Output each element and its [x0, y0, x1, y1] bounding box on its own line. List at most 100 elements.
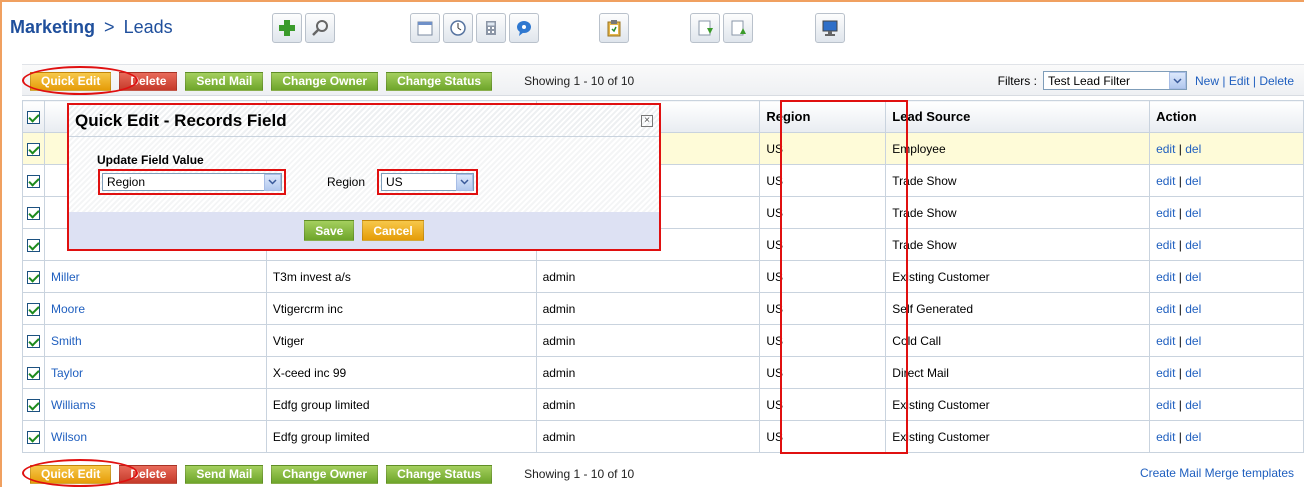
field-select[interactable]: Region	[102, 173, 282, 191]
edit-link[interactable]: edit	[1156, 174, 1175, 188]
edit-link[interactable]: edit	[1156, 142, 1175, 156]
value-select[interactable]: US	[381, 173, 474, 191]
filter-edit-link[interactable]: Edit	[1229, 74, 1250, 88]
send-mail-button[interactable]: Send Mail	[185, 71, 264, 91]
monitor-icon[interactable]	[815, 13, 845, 43]
clock-icon[interactable]	[443, 13, 473, 43]
edit-link[interactable]: edit	[1156, 366, 1175, 380]
table-row[interactable]: Miller T3m invest a/s admin US Existing Cust…	[22, 260, 1304, 293]
row-checkbox[interactable]	[27, 238, 40, 252]
save-button[interactable]: Save	[304, 220, 355, 241]
del-link[interactable]: del	[1185, 366, 1201, 380]
del-link[interactable]: del	[1185, 398, 1201, 412]
change-status-button[interactable]: Change Status	[386, 71, 493, 91]
chat-icon[interactable]	[509, 13, 539, 43]
field-selected: Region	[107, 175, 146, 189]
cell-action: edit | del	[1149, 132, 1304, 165]
header-region[interactable]: Region	[759, 100, 887, 133]
row-checkbox[interactable]	[27, 366, 40, 380]
quick-edit-button[interactable]: Quick Edit	[30, 464, 112, 484]
cell-lead-source: Existing Customer	[885, 420, 1151, 453]
del-link[interactable]: del	[1185, 206, 1201, 220]
cancel-button[interactable]: Cancel	[362, 220, 424, 241]
row-checkbox[interactable]	[27, 270, 40, 284]
edit-link[interactable]: edit	[1156, 206, 1175, 220]
del-link[interactable]: del	[1185, 430, 1201, 444]
cell-last-name[interactable]: Smith	[44, 324, 267, 357]
delete-button[interactable]: Delete	[119, 464, 178, 484]
cell-last-name[interactable]: Williams	[44, 388, 267, 421]
edit-link[interactable]: edit	[1156, 270, 1175, 284]
cell-company: Edfg group limited	[265, 388, 537, 421]
change-owner-button[interactable]: Change Owner	[271, 71, 379, 91]
cell-last-name[interactable]: Miller	[44, 260, 267, 293]
table-row[interactable]: Taylor X-ceed inc 99 admin US Direct Mail edi…	[22, 356, 1304, 389]
cell-action: edit | del	[1149, 324, 1304, 357]
breadcrumb-page[interactable]: Leads	[124, 17, 173, 37]
filter-bar: Filters : Test Lead Filter New | Edit | …	[998, 71, 1294, 90]
clipboard-icon[interactable]	[599, 13, 629, 43]
row-checkbox[interactable]	[27, 174, 40, 188]
select-all-checkbox[interactable]	[27, 111, 40, 125]
field-select-highlight: Region	[98, 169, 286, 195]
filters-label: Filters :	[997, 73, 1037, 88]
chevron-down-icon	[456, 173, 473, 191]
quick-edit-dialog: Quick Edit - Records Field × Update Fiel…	[67, 103, 661, 251]
cell-lead-source: Cold Call	[885, 324, 1151, 357]
row-checkbox[interactable]	[27, 334, 40, 348]
del-link[interactable]: del	[1185, 270, 1201, 284]
row-checkbox[interactable]	[27, 430, 40, 444]
header-lead-source[interactable]: Lead Source	[885, 100, 1151, 133]
edit-link[interactable]: edit	[1156, 398, 1175, 412]
change-status-button[interactable]: Change Status	[386, 464, 493, 484]
table-row[interactable]: Smith Vtiger admin US Cold Call edit | del	[22, 324, 1304, 357]
row-checkbox[interactable]	[27, 206, 40, 220]
create-mail-merge-link[interactable]: Create Mail Merge templates	[1140, 466, 1294, 480]
search-icon[interactable]	[305, 13, 335, 43]
cell-last-name[interactable]: Wilson	[44, 420, 267, 453]
calendar-icon[interactable]	[410, 13, 440, 43]
import-icon[interactable]	[690, 13, 720, 43]
window-top-border	[0, 0, 1304, 2]
quick-edit-button[interactable]: Quick Edit	[30, 71, 112, 91]
calculator-icon[interactable]	[476, 13, 506, 43]
filter-select[interactable]: Test Lead Filter	[1042, 71, 1187, 90]
cell-lead-source: Existing Customer	[885, 260, 1151, 293]
send-mail-button[interactable]: Send Mail	[185, 464, 264, 484]
edit-link[interactable]: edit	[1156, 430, 1175, 444]
breadcrumb-module[interactable]: Marketing	[10, 17, 95, 37]
add-icon[interactable]	[272, 13, 302, 43]
cell-region: US	[759, 388, 887, 421]
cell-region: US	[759, 196, 887, 229]
change-owner-button[interactable]: Change Owner	[271, 464, 379, 484]
delete-button[interactable]: Delete	[119, 71, 178, 91]
cell-action: edit | del	[1149, 388, 1304, 421]
cell-lead-source: Self Generated	[885, 292, 1151, 325]
edit-link[interactable]: edit	[1156, 238, 1175, 252]
row-checkbox[interactable]	[27, 142, 40, 156]
record-count: Showing 1 - 10 of 10	[524, 74, 635, 88]
dialog-header: Quick Edit - Records Field ×	[69, 105, 659, 137]
link-separator: |	[1222, 73, 1226, 88]
export-icon[interactable]	[723, 13, 753, 43]
del-link[interactable]: del	[1185, 302, 1201, 316]
cell-last-name[interactable]: Taylor	[44, 356, 267, 389]
table-row[interactable]: Williams Edfg group limited admin US Existin…	[22, 388, 1304, 421]
row-checkbox[interactable]	[27, 302, 40, 316]
cell-last-name[interactable]: Moore	[44, 292, 267, 325]
close-icon[interactable]: ×	[641, 114, 653, 127]
edit-link[interactable]: edit	[1156, 334, 1175, 348]
filter-new-link[interactable]: New	[1195, 74, 1219, 88]
filter-delete-link[interactable]: Delete	[1259, 74, 1294, 88]
cell-lead-source: Trade Show	[885, 164, 1151, 197]
del-link[interactable]: del	[1185, 238, 1201, 252]
table-row[interactable]: Wilson Edfg group limited admin US Existing …	[22, 420, 1304, 453]
del-link[interactable]: del	[1185, 334, 1201, 348]
cell-company: X-ceed inc 99	[265, 356, 537, 389]
table-row[interactable]: Moore Vtigercrm inc admin US Self Generated e…	[22, 292, 1304, 325]
cell-lead-source: Existing Customer	[885, 388, 1151, 421]
del-link[interactable]: del	[1185, 142, 1201, 156]
row-checkbox[interactable]	[27, 398, 40, 412]
del-link[interactable]: del	[1185, 174, 1201, 188]
edit-link[interactable]: edit	[1156, 302, 1175, 316]
